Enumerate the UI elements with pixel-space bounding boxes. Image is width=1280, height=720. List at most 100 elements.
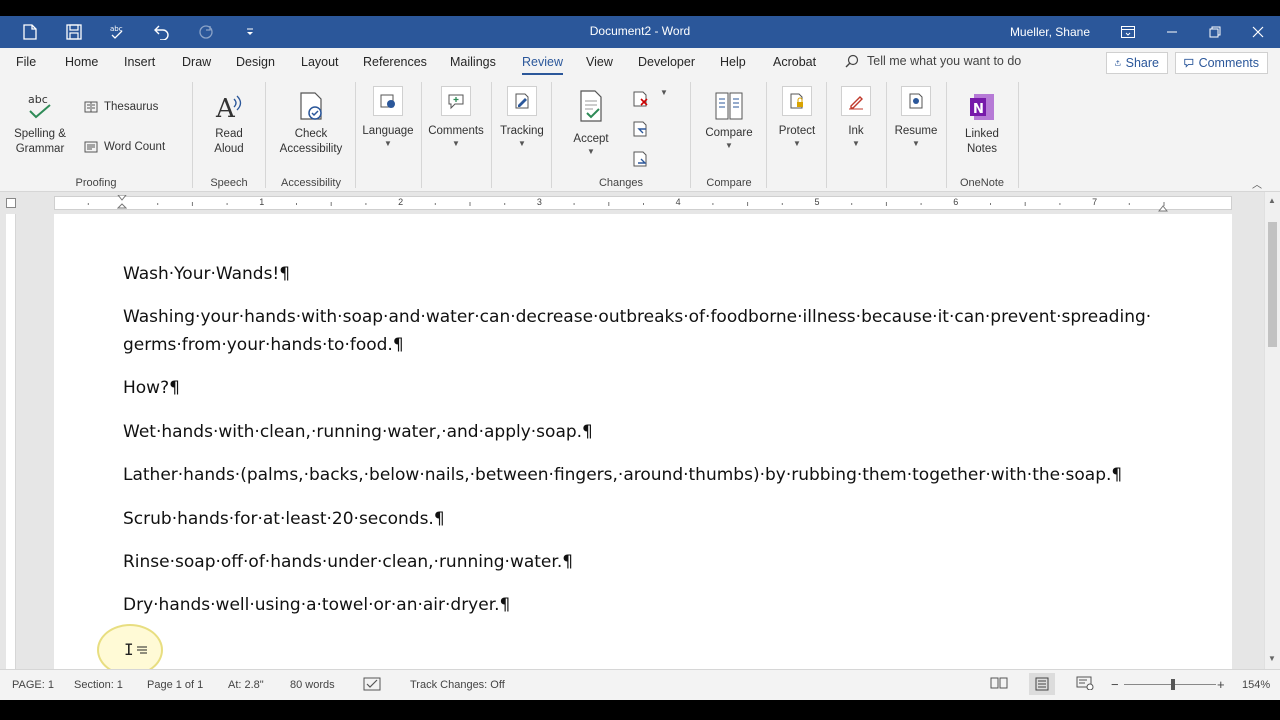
next-change-button[interactable] (628, 150, 654, 171)
language-label: Language (362, 125, 414, 137)
ribbon-display-options-icon[interactable] (1106, 16, 1150, 48)
scroll-up-icon[interactable]: ▲ (1268, 196, 1276, 205)
doc-paragraph[interactable]: Dry·hands·well·using·a·towel·or·an·air·d… (123, 591, 1183, 619)
previous-change-button[interactable] (628, 120, 654, 141)
tracking-button[interactable]: Tracking ▼ (494, 86, 550, 149)
collapse-ribbon-icon[interactable]: ︿ (1252, 176, 1262, 191)
group-onenote-label: OneNote (959, 177, 1005, 189)
accept-dropdown-icon: ▼ (587, 147, 595, 156)
tab-references[interactable]: References (363, 55, 427, 69)
tab-mailings[interactable]: Mailings (450, 55, 496, 69)
tab-review[interactable]: Review (522, 55, 563, 75)
tab-insert[interactable]: Insert (124, 55, 155, 69)
tab-layout[interactable]: Layout (301, 55, 339, 69)
reject-button[interactable] (628, 90, 654, 111)
zoom-level[interactable]: 154% (1242, 679, 1270, 691)
ribbon-separator (766, 82, 767, 188)
ribbon-separator (491, 82, 492, 188)
zoom-out-button[interactable]: − (1111, 677, 1119, 692)
doc-paragraph[interactable]: How?¶ (123, 374, 1183, 402)
word-count-button[interactable]: Word Count (84, 140, 165, 154)
resume-button[interactable]: Resume ▼ (890, 86, 942, 149)
scrollbar-thumb[interactable] (1268, 222, 1277, 347)
doc-paragraph[interactable]: Rinse·soap·off·of·hands·under·clean,·run… (123, 548, 1183, 576)
print-layout-icon (1035, 677, 1049, 691)
status-section[interactable]: Section: 1 (74, 679, 123, 691)
close-button[interactable] (1236, 16, 1280, 48)
reject-dropdown[interactable]: ▼ (657, 88, 671, 98)
read-aloud-button[interactable]: A Read Aloud (200, 90, 258, 157)
comments-pane-button[interactable]: Comments (1175, 52, 1268, 74)
status-page[interactable]: PAGE: 1 (12, 679, 54, 691)
lightbulb-search-icon (845, 54, 859, 68)
protect-document-icon (782, 86, 812, 116)
resume-assistant-icon (901, 86, 931, 116)
protect-label: Protect (778, 125, 816, 137)
tell-me-search[interactable]: Tell me what you want to do (845, 54, 1021, 68)
minimize-button[interactable] (1150, 16, 1194, 48)
onenote-icon: N (952, 90, 1012, 124)
tab-selector-icon[interactable] (6, 198, 16, 208)
tab-home[interactable]: Home (65, 55, 98, 69)
protect-button[interactable]: Protect ▼ (770, 86, 824, 149)
scroll-down-icon[interactable]: ▼ (1268, 654, 1276, 663)
status-word-count[interactable]: 80 words (290, 679, 335, 691)
language-button[interactable]: Language ▼ (360, 86, 416, 149)
read-mode-icon[interactable] (990, 676, 1008, 693)
restore-button[interactable] (1193, 16, 1237, 48)
ruler-number: 2 (398, 197, 404, 207)
doc-heading[interactable]: Wash·Your·Wands!¶ (123, 260, 1183, 288)
tab-design[interactable]: Design (236, 55, 275, 69)
compare-button[interactable]: Compare ▼ (698, 88, 760, 151)
thesaurus-button[interactable]: Thesaurus (84, 100, 158, 114)
zoom-in-button[interactable]: + (1217, 677, 1225, 692)
web-layout-icon[interactable] (1076, 676, 1094, 693)
tab-draw[interactable]: Draw (182, 55, 211, 69)
ink-label: Ink (848, 125, 864, 137)
proofing-status-icon[interactable] (363, 677, 381, 694)
text-cursor-icon: I (124, 640, 134, 659)
ribbon-separator (192, 82, 193, 188)
doc-paragraph[interactable]: Lather·hands·(palms,·backs,·below·nails,… (123, 461, 1183, 489)
horizontal-ruler[interactable]: 1 2 3 4 5 6 7 (54, 194, 1232, 212)
right-indent-marker-icon[interactable] (1157, 201, 1169, 212)
print-layout-button[interactable] (1029, 673, 1055, 695)
check-accessibility-button[interactable]: Check Accessibility (272, 90, 350, 157)
ribbon-review: abc Spelling & Grammar Thesaurus Word Co… (0, 78, 1280, 192)
status-page-count[interactable]: Page 1 of 1 (147, 679, 203, 691)
comments-group-button[interactable]: Comments ▼ (425, 86, 487, 149)
comment-icon (1184, 58, 1194, 68)
spelling-grammar-button[interactable]: abc Spelling & Grammar (8, 90, 72, 157)
tab-file[interactable]: File (16, 55, 36, 69)
spelling-check-icon: abc (8, 90, 72, 124)
status-at[interactable]: At: 2.8" (228, 679, 264, 691)
ruler-number: 3 (536, 197, 542, 207)
doc-paragraph[interactable]: Scrub·hands·for·at·least·20·seconds.¶ (123, 505, 1183, 533)
tab-acrobat[interactable]: Acrobat (773, 55, 816, 69)
compare-documents-icon (698, 88, 760, 124)
word-count-label: Word Count (104, 141, 166, 153)
zoom-slider[interactable] (1124, 684, 1216, 685)
zoom-slider-thumb[interactable] (1171, 679, 1175, 690)
ink-button[interactable]: Ink ▼ (830, 86, 882, 149)
ribbon-separator (946, 82, 947, 188)
share-button[interactable]: Share (1106, 52, 1168, 74)
doc-paragraph[interactable]: Washing·your·hands·with·soap·and·water·c… (123, 303, 1183, 359)
resume-label: Resume (894, 125, 938, 137)
tab-help[interactable]: Help (720, 55, 746, 69)
tab-developer[interactable]: Developer (638, 55, 695, 69)
accept-button[interactable]: Accept ▼ (563, 88, 619, 157)
vertical-scrollbar[interactable]: ▲ ▼ (1264, 192, 1280, 669)
click-to-type-icon (137, 641, 147, 654)
ruler-number: 1 (259, 197, 265, 207)
status-track-changes[interactable]: Track Changes: Off (410, 679, 505, 691)
indent-marker-icon[interactable] (116, 194, 128, 211)
doc-paragraph[interactable]: Wet·hands·with·clean,·running·water,·and… (123, 418, 1183, 446)
share-label: Share (1125, 56, 1159, 70)
user-name[interactable]: Mueller, Shane (1010, 25, 1090, 39)
linked-notes-button[interactable]: N Linked Notes (952, 90, 1012, 157)
ruler-number: 6 (953, 197, 959, 207)
vertical-ruler[interactable] (6, 214, 16, 669)
tab-view[interactable]: View (586, 55, 613, 69)
ribbon-separator (265, 82, 266, 188)
